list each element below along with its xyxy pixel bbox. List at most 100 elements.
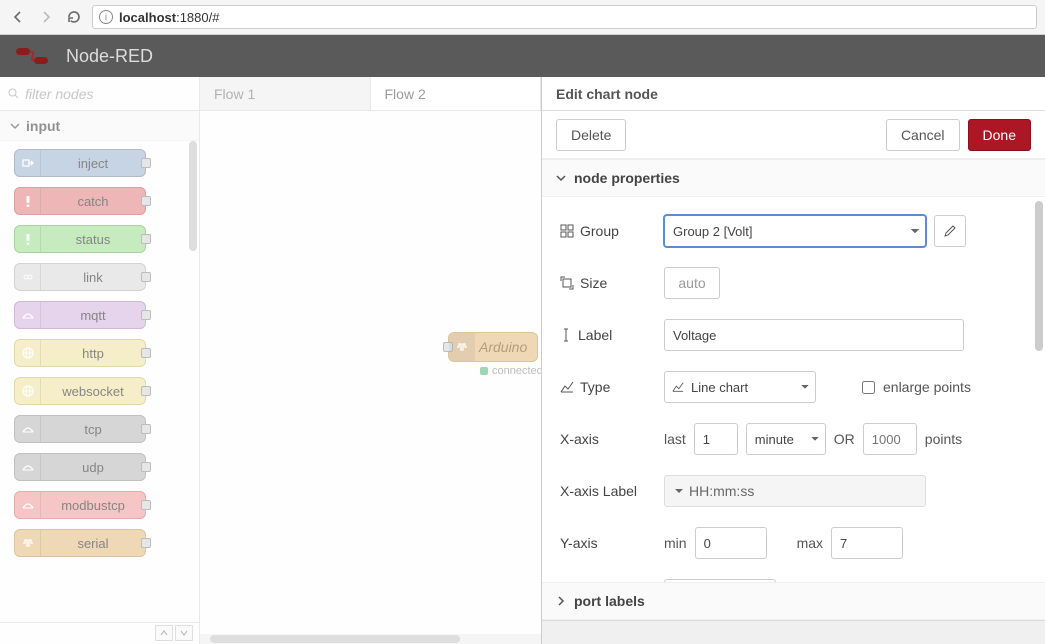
palette-node-serial[interactable]: serial <box>14 529 146 557</box>
xaxis-unit-select[interactable]: minute <box>746 423 826 455</box>
output-port <box>141 196 151 206</box>
xaxis-label-select[interactable]: HH:mm:ss <box>664 475 926 507</box>
flow-canvas[interactable]: Arduino connected <box>200 111 541 644</box>
palette-expand-button[interactable] <box>175 625 193 641</box>
group-label: Group <box>560 223 656 239</box>
chevron-up-icon <box>160 629 168 637</box>
xaxis-count-input[interactable] <box>694 423 738 455</box>
row-legend: Legend None Interpolate <box>560 575 1027 582</box>
status-dot-icon <box>480 367 488 375</box>
bridge-icon <box>15 454 41 480</box>
output-port <box>141 424 151 434</box>
forward-button[interactable] <box>36 7 56 27</box>
pencil-icon <box>943 224 957 238</box>
canvas-node-arduino[interactable]: Arduino <box>448 332 538 362</box>
canvas-h-scrollbar[interactable] <box>200 634 541 644</box>
chevron-down-icon <box>180 629 188 637</box>
yaxis-label: Y-axis <box>560 535 656 551</box>
palette-node-status[interactable]: status <box>14 225 146 253</box>
row-yaxis: Y-axis min max <box>560 523 1027 563</box>
palette-scrollbar[interactable] <box>189 141 197 251</box>
xaxis-points-input[interactable] <box>863 423 917 455</box>
palette-node-websocket[interactable]: websocket <box>14 377 146 405</box>
serial-icon <box>449 333 475 361</box>
palette-node-http[interactable]: http <box>14 339 146 367</box>
delete-button[interactable]: Delete <box>556 119 626 151</box>
chevron-down-icon <box>556 173 566 183</box>
palette-footer <box>0 622 199 644</box>
palette-node-inject[interactable]: inject <box>14 149 146 177</box>
alert-icon <box>15 226 41 252</box>
tab-flow-2[interactable]: Flow 2 <box>371 77 542 110</box>
bridge-icon <box>15 416 41 442</box>
alert-icon <box>15 188 41 214</box>
palette-node-mqtt[interactable]: mqtt <box>14 301 146 329</box>
type-label: Type <box>560 379 656 395</box>
palette-sidebar: filter nodes input inject catch status l… <box>0 77 200 644</box>
chevron-right-icon <box>556 596 566 606</box>
enlarge-points-label: enlarge points <box>883 379 971 395</box>
search-icon <box>8 88 19 99</box>
text-cursor-icon <box>560 328 572 342</box>
row-xaxis: X-axis last minute OR points <box>560 419 1027 459</box>
group-select[interactable]: Group 2 [Volt] <box>664 215 926 247</box>
palette-node-modbustcp[interactable]: modbustcp <box>14 491 146 519</box>
globe-icon <box>15 340 41 366</box>
output-port <box>141 500 151 510</box>
yaxis-max-input[interactable] <box>831 527 903 559</box>
arrow-right-icon <box>38 9 54 25</box>
cancel-button[interactable]: Cancel <box>886 119 960 151</box>
tray-scrollbar[interactable] <box>1035 201 1043 351</box>
type-select[interactable]: Line chart <box>664 371 816 403</box>
row-type: Type Line chart enlarge points <box>560 367 1027 407</box>
site-info-icon[interactable]: i <box>99 10 113 24</box>
size-button[interactable]: auto <box>664 267 720 299</box>
section-node-properties[interactable]: node properties <box>542 159 1045 197</box>
back-button[interactable] <box>8 7 28 27</box>
output-port <box>141 234 151 244</box>
flow-tabs: Flow 1 Flow 2 <box>200 77 541 111</box>
palette-category-input[interactable]: input <box>0 111 199 141</box>
app-title: Node-RED <box>66 46 153 67</box>
workspace: filter nodes input inject catch status l… <box>0 77 1045 644</box>
label-input[interactable] <box>664 319 964 351</box>
legend-select[interactable]: None <box>664 579 776 582</box>
scrollbar-thumb[interactable] <box>210 635 460 643</box>
filter-nodes-input[interactable]: filter nodes <box>0 77 199 111</box>
browser-toolbar: i localhost:1880/# <box>0 0 1045 35</box>
output-port <box>141 310 151 320</box>
node-label: Arduino <box>479 339 527 355</box>
tab-flow-1[interactable]: Flow 1 <box>200 77 371 110</box>
output-port <box>141 272 151 282</box>
palette-node-udp[interactable]: udp <box>14 453 146 481</box>
node-status: connected <box>480 365 541 377</box>
palette-collapse-button[interactable] <box>155 625 173 641</box>
reload-button[interactable] <box>64 7 84 27</box>
size-label: Size <box>560 275 656 291</box>
edit-tray: Edit chart node Delete Cancel Done node … <box>541 77 1045 644</box>
row-size: Size auto <box>560 263 1027 303</box>
label-label: Label <box>560 327 656 343</box>
tray-footer <box>542 620 1045 644</box>
line-chart-icon <box>560 380 574 394</box>
done-button[interactable]: Done <box>968 119 1031 151</box>
output-port <box>141 386 151 396</box>
section-port-labels[interactable]: port labels <box>542 582 1045 620</box>
enlarge-points-checkbox[interactable] <box>862 381 875 394</box>
palette-node-catch[interactable]: catch <box>14 187 146 215</box>
row-xaxis-label: X-axis Label HH:mm:ss <box>560 471 1027 511</box>
grid-icon <box>560 224 574 238</box>
line-chart-icon <box>672 381 684 393</box>
expand-icon <box>560 276 574 290</box>
address-bar[interactable]: i localhost:1880/# <box>92 5 1037 29</box>
row-label: Label <box>560 315 1027 355</box>
app-header: Node-RED <box>0 35 1045 77</box>
edit-group-button[interactable] <box>934 215 966 247</box>
filter-placeholder: filter nodes <box>25 86 93 102</box>
bridge-icon <box>15 302 41 328</box>
palette-node-link[interactable]: link <box>14 263 146 291</box>
xaxislabel-label: X-axis Label <box>560 483 656 499</box>
yaxis-min-input[interactable] <box>695 527 767 559</box>
palette-node-tcp[interactable]: tcp <box>14 415 146 443</box>
caret-down-icon <box>675 487 683 495</box>
